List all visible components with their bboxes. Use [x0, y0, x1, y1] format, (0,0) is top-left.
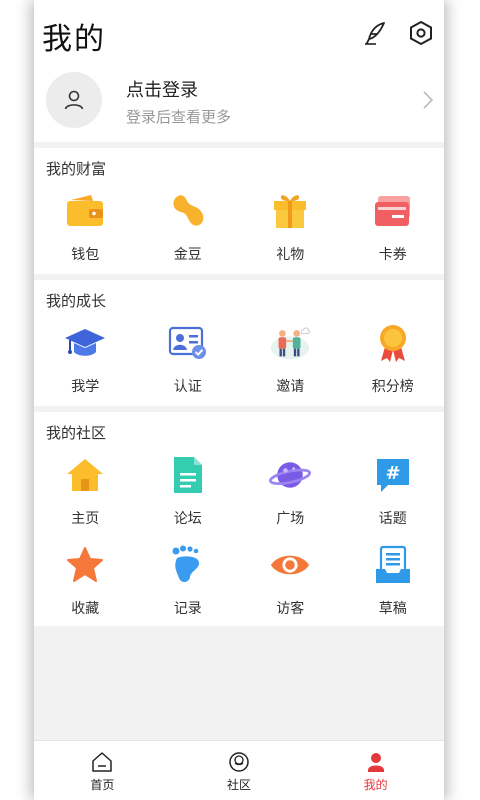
grid-item-visitor[interactable]: 访客 [239, 536, 342, 626]
wallet-icon [64, 190, 106, 232]
tab-home[interactable]: 首页 [34, 741, 171, 800]
grid-item-label: 钱包 [71, 247, 100, 263]
grid-item-coupon[interactable]: 卡券 [342, 182, 445, 274]
grid-item-bean[interactable]: 金豆 [137, 182, 240, 274]
grid-item-forum[interactable]: 论坛 [137, 446, 240, 536]
grid-item-label: 积分榜 [371, 379, 414, 395]
grid-item-label: 我学 [71, 379, 100, 395]
phone-screen: 我的 点击登录 登录后查看更多 我的财富 钱包 金豆 礼物 卡券 我的成长 我学… [34, 0, 444, 800]
grid-item-label: 草稿 [378, 601, 407, 617]
grid-item-label: 主页 [71, 511, 100, 527]
login-hint: 登录后查看更多 [126, 108, 232, 126]
tab-label: 社区 [227, 778, 252, 792]
grid-item-cert[interactable]: 认证 [137, 314, 240, 406]
grid-item-label: 卡券 [378, 247, 407, 263]
bottom-tab-bar: 首页 社区 我的 [34, 740, 444, 800]
grid-item-label: 礼物 [276, 247, 305, 263]
community-section: 我的社区 主页 论坛 广场 # 话题 收藏 记录 访客 草稿 [34, 412, 444, 626]
coupon-icon [372, 190, 414, 232]
chevron-right-icon[interactable] [422, 90, 434, 114]
grid-item-label: 话题 [378, 511, 407, 527]
section-title: 我的成长 [46, 292, 107, 310]
grid-item-label: 论坛 [173, 511, 202, 527]
certification-icon [167, 322, 209, 364]
tab-mine[interactable]: 我的 [307, 741, 444, 800]
grid-item-record[interactable]: 记录 [137, 536, 240, 626]
svg-text:#: # [385, 463, 400, 484]
bean-icon [167, 190, 209, 232]
grid-item-label: 广场 [276, 511, 305, 527]
growth-section: 我的成长 我学 认证 邀请 积分榜 [34, 280, 444, 406]
planet-icon [269, 454, 312, 496]
section-title: 我的社区 [46, 424, 107, 442]
forum-document-icon [167, 454, 209, 496]
grid-item-study[interactable]: 我学 [34, 314, 137, 406]
page-header: 我的 [34, 0, 444, 64]
grid-item-gift[interactable]: 礼物 [239, 182, 342, 274]
star-icon [64, 544, 106, 586]
draft-icon [372, 544, 414, 586]
home-outline-icon [92, 752, 113, 772]
medal-icon [372, 322, 414, 364]
community-icon [229, 752, 249, 772]
tab-community[interactable]: 社区 [171, 741, 308, 800]
home-icon [64, 454, 106, 496]
grid-item-home[interactable]: 主页 [34, 446, 137, 536]
grid-item-invite[interactable]: 邀请 [239, 314, 342, 406]
login-row[interactable]: 点击登录 登录后查看更多 [34, 64, 444, 148]
grid-item-favorite[interactable]: 收藏 [34, 536, 137, 626]
hashtag-icon: # [372, 454, 414, 496]
grid-item-label: 记录 [173, 601, 202, 617]
grid-item-label: 邀请 [276, 379, 305, 395]
gift-icon [269, 190, 311, 232]
invite-people-icon [269, 322, 311, 364]
tab-label: 我的 [363, 778, 388, 792]
grid-item-plaza[interactable]: 广场 [239, 446, 342, 536]
avatar[interactable] [46, 72, 102, 128]
eye-icon [269, 544, 311, 586]
page-title: 我的 [42, 22, 106, 57]
person-icon [64, 90, 84, 110]
grid-item-ranking[interactable]: 积分榜 [342, 314, 445, 406]
grid-item-label: 访客 [276, 601, 305, 617]
grid-item-label: 金豆 [173, 247, 202, 263]
grid-item-label: 收藏 [71, 601, 100, 617]
wealth-section: 我的财富 钱包 金豆 礼物 卡券 [34, 148, 444, 274]
grid-item-wallet[interactable]: 钱包 [34, 182, 137, 274]
feather-pen-icon[interactable] [362, 20, 388, 46]
settings-hexagon-icon[interactable] [408, 20, 434, 46]
grid-item-draft[interactable]: 草稿 [342, 536, 445, 626]
footprint-icon [167, 544, 209, 586]
graduation-cap-icon [64, 322, 106, 364]
grid-item-label: 认证 [173, 379, 202, 395]
grid-item-topic[interactable]: # 话题 [342, 446, 445, 536]
user-icon [367, 753, 384, 772]
section-title: 我的财富 [46, 160, 107, 178]
tab-label: 首页 [90, 778, 115, 792]
login-label[interactable]: 点击登录 [126, 76, 198, 102]
